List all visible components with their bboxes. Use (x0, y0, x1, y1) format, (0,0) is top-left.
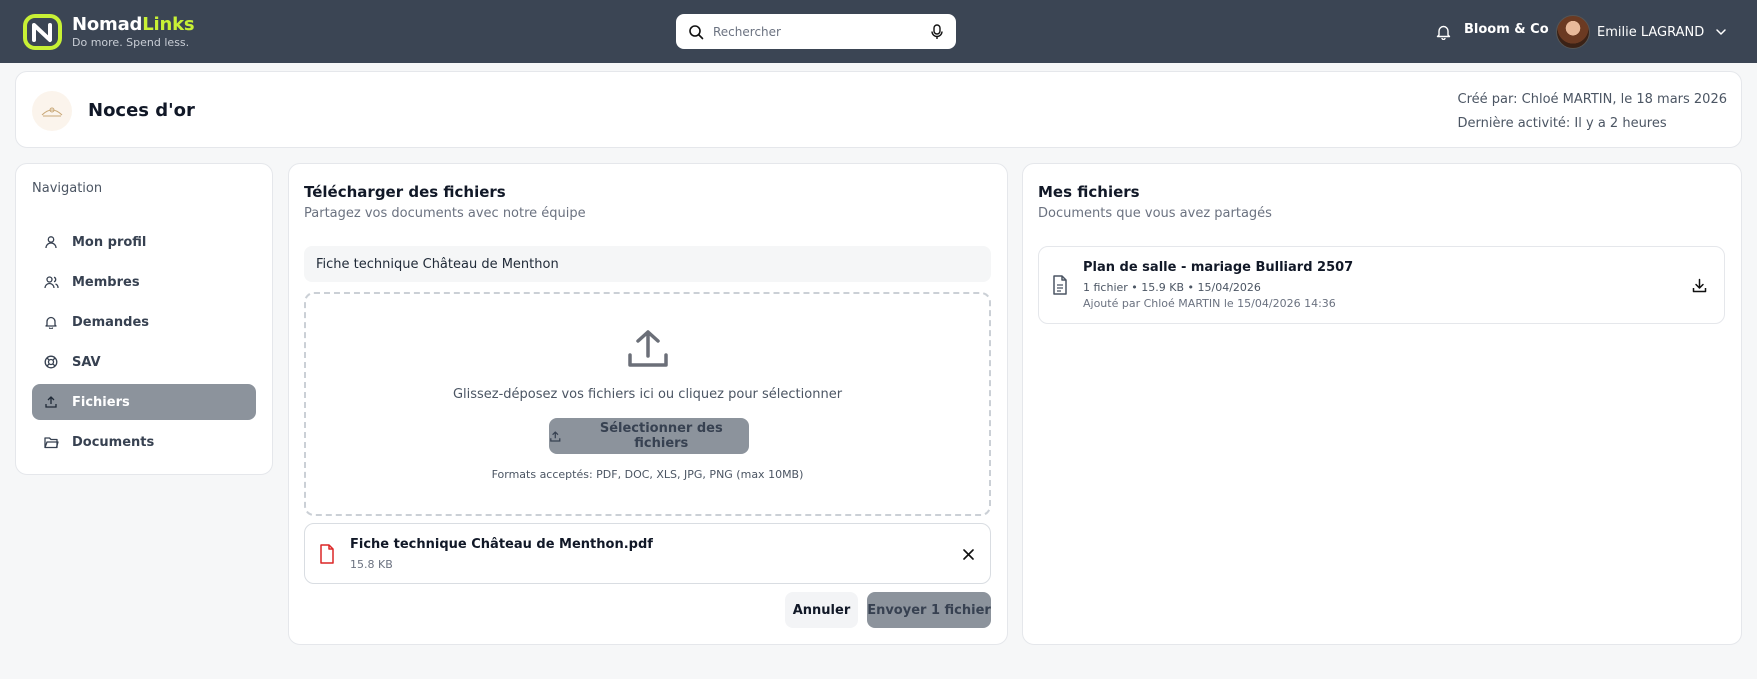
brand-name: NomadLinks (72, 14, 195, 35)
bell-icon (1436, 25, 1450, 40)
upload-icon (43, 394, 59, 410)
top-bar: NomadLinks Do more. Spend less. Bloom & … (0, 0, 1757, 63)
user-name: Emilie LAGRAND (1597, 24, 1705, 40)
project-created-by: Créé par: Chloé MARTIN, le 18 mars 2026 (1457, 92, 1727, 107)
sidebar-title: Navigation (32, 181, 103, 196)
file-dropzone[interactable]: Glissez-déposez vos fichiers ici ou cliq… (304, 292, 991, 516)
user-menu[interactable]: Emilie LAGRAND (1556, 15, 1727, 49)
selected-file-name: Fiche technique Château de Menthon.pdf (350, 537, 653, 552)
project-header: Noces d'or Créé par: Chloé MARTIN, le 18… (15, 71, 1742, 148)
sidebar-item-sav[interactable]: SAV (32, 344, 256, 380)
project-logo (32, 91, 72, 131)
sidebar-item-membres[interactable]: Membres (32, 264, 256, 300)
sidebar-item-label: Fichiers (72, 394, 130, 410)
sidebar-item-label: Membres (72, 274, 140, 290)
shared-file-title: Plan de salle - mariage Bulliard 2507 (1083, 260, 1354, 275)
sidebar-item-mon-profil[interactable]: Mon profil (32, 224, 256, 260)
upload-icon (628, 330, 668, 367)
sidebar-item-label: Documents (72, 434, 155, 450)
selected-file-size: 15.8 KB (350, 558, 393, 571)
accepted-formats: Formats acceptés: PDF, DOC, XLS, JPG, PN… (491, 468, 804, 481)
close-icon (962, 548, 974, 560)
sidebar-item-documents[interactable]: Documents (32, 424, 256, 460)
shared-file-info: 1 fichier • 15.9 KB • 15/04/2026 (1083, 281, 1261, 294)
search-bar (676, 14, 956, 49)
send-files-button[interactable]: Envoyer 1 fichier (867, 592, 991, 628)
my-files-title: Mes fichiers (1038, 183, 1140, 201)
brand-logo[interactable]: NomadLinks Do more. Spend less. (22, 13, 195, 51)
bell-icon (43, 314, 59, 330)
document-icon (1053, 275, 1067, 295)
lifebuoy-icon (43, 354, 59, 370)
company-name[interactable]: Bloom & Co (1464, 22, 1549, 37)
upload-subtitle: Partagez vos documents avec notre équipe (304, 206, 586, 221)
folder-icon (43, 434, 59, 450)
sidebar-item-demandes[interactable]: Demandes (32, 304, 256, 340)
sidebar-item-label: Demandes (72, 314, 150, 330)
my-files-subtitle: Documents que vous avez partagés (1038, 206, 1272, 221)
sidebar-item-fichiers[interactable]: Fichiers (32, 384, 256, 420)
shared-file-added-by: Ajouté par Chloé MARTIN le 15/04/2026 14… (1083, 297, 1336, 310)
search-icon (689, 24, 704, 39)
project-last-activity: Dernière activité: Il y a 2 heures (1457, 116, 1667, 131)
upload-panel: Télécharger des fichiers Partagez vos do… (288, 163, 1008, 645)
project-emblem-icon (41, 107, 63, 117)
user-icon (43, 234, 59, 250)
users-icon (43, 274, 59, 290)
project-meta: Créé par: Chloé MARTIN, le 18 mars 2026 … (1458, 88, 1727, 136)
my-files-panel: Mes fichiers Documents que vous avez par… (1022, 163, 1742, 645)
avatar (1556, 15, 1590, 49)
notifications-button[interactable] (1433, 22, 1453, 42)
sidebar-item-label: Mon profil (72, 234, 147, 250)
upload-icon (550, 430, 561, 442)
sidebar-item-label: SAV (72, 354, 101, 370)
upload-title: Télécharger des fichiers (304, 183, 506, 201)
pdf-file-icon (320, 544, 334, 564)
dropzone-instructions: Glissez-déposez vos fichiers ici ou cliq… (452, 387, 843, 402)
chevron-down-icon (1716, 29, 1727, 35)
search-input[interactable] (713, 24, 930, 39)
remove-file-button[interactable] (960, 546, 976, 562)
download-button[interactable] (1690, 276, 1708, 294)
shared-file-card[interactable]: Plan de salle - mariage Bulliard 2507 1 … (1038, 246, 1725, 324)
select-files-button[interactable]: Sélectionner des fichiers (549, 418, 749, 454)
nomadlinks-logo-icon (23, 14, 62, 50)
brand-tagline: Do more. Spend less. (72, 36, 190, 49)
document-name-input[interactable] (304, 246, 991, 282)
download-icon (1692, 278, 1706, 292)
page-title: Noces d'or (88, 100, 195, 121)
select-files-label: Sélectionner des fichiers (599, 421, 723, 451)
cancel-button[interactable]: Annuler (785, 592, 858, 628)
sidebar: Navigation Mon profil Membres Demandes S… (15, 163, 273, 475)
microphone-icon[interactable] (930, 23, 944, 40)
selected-file-card: Fiche technique Château de Menthon.pdf 1… (304, 523, 991, 584)
